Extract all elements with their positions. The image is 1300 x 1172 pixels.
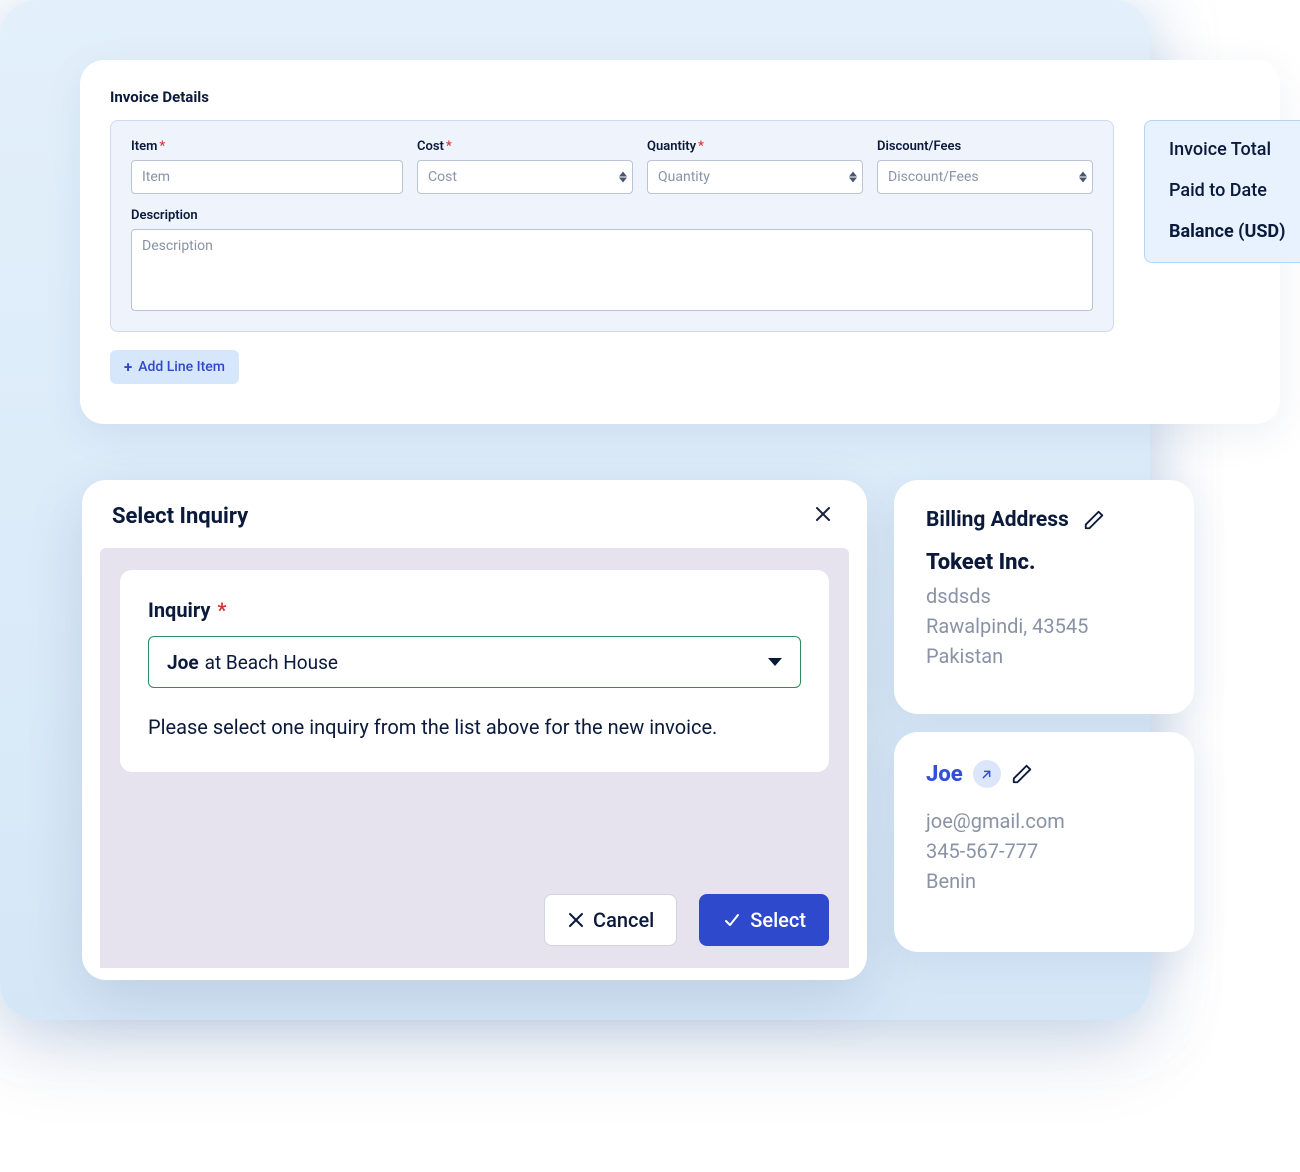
chevron-down-icon bbox=[768, 658, 782, 666]
pencil-icon bbox=[1011, 763, 1033, 785]
billing-company: Tokeet Inc. bbox=[926, 550, 1162, 575]
item-input[interactable] bbox=[131, 160, 403, 194]
check-icon bbox=[722, 910, 742, 930]
inquiry-selected-name: Joe bbox=[167, 651, 199, 674]
discount-label: Discount/Fees bbox=[877, 139, 1093, 154]
description-input[interactable] bbox=[131, 229, 1093, 311]
paid-to-date-label: Paid to Date bbox=[1169, 180, 1267, 201]
billing-line1: dsdsds bbox=[926, 581, 1162, 611]
guest-card: Joe joe@gmail.com 345-567-777 Benin bbox=[894, 732, 1194, 952]
discount-stepper[interactable] bbox=[1079, 172, 1087, 183]
description-label: Description bbox=[131, 208, 1093, 223]
cancel-label: Cancel bbox=[593, 908, 654, 932]
select-button[interactable]: Select bbox=[699, 894, 829, 946]
item-label: Item* bbox=[131, 139, 403, 154]
billing-address-heading: Billing Address bbox=[926, 508, 1069, 532]
select-inquiry-modal: Select Inquiry Inquiry * Joe at Beach Ho… bbox=[82, 480, 867, 980]
app-background: Invoice Details Item* Cost* bbox=[0, 0, 1150, 1020]
inquiry-select[interactable]: Joe at Beach House bbox=[148, 636, 801, 688]
select-label: Select bbox=[750, 908, 806, 932]
modal-help-text: Please select one inquiry from the list … bbox=[148, 712, 801, 742]
external-link-icon bbox=[979, 767, 994, 782]
invoice-details-card: Invoice Details Item* Cost* bbox=[80, 60, 1280, 424]
modal-title: Select Inquiry bbox=[112, 504, 248, 529]
invoice-totals-panel: Invoice Total $0. Paid to Date $0. Balan… bbox=[1144, 120, 1300, 263]
guest-country: Benin bbox=[926, 866, 1162, 896]
discount-input[interactable] bbox=[877, 160, 1093, 194]
cost-stepper[interactable] bbox=[619, 172, 627, 183]
add-line-item-label: Add Line Item bbox=[138, 359, 225, 375]
open-guest-button[interactable] bbox=[973, 760, 1001, 788]
inquiry-selected-rest: at Beach House bbox=[205, 651, 338, 674]
plus-icon: + bbox=[124, 358, 132, 376]
modal-body: Inquiry * Joe at Beach House Please sele… bbox=[120, 570, 829, 772]
billing-address-card: Billing Address Tokeet Inc. dsdsds Rawal… bbox=[894, 480, 1194, 714]
line-item-form: Item* Cost* Quantity* bbox=[110, 120, 1114, 332]
guest-phone: 345-567-777 bbox=[926, 836, 1162, 866]
balance-label: Balance (USD) bbox=[1169, 221, 1285, 244]
pencil-icon bbox=[1083, 509, 1105, 531]
edit-billing-button[interactable] bbox=[1083, 509, 1105, 531]
invoice-total-label: Invoice Total bbox=[1169, 139, 1271, 160]
cost-label: Cost* bbox=[417, 139, 633, 154]
close-icon bbox=[567, 911, 585, 929]
guest-name-link[interactable]: Joe bbox=[926, 762, 963, 787]
inquiry-label: Inquiry * bbox=[148, 598, 801, 622]
billing-city-zip: Rawalpindi, 43545 bbox=[926, 611, 1162, 641]
cost-input[interactable] bbox=[417, 160, 633, 194]
close-button[interactable] bbox=[809, 502, 837, 530]
quantity-label: Quantity* bbox=[647, 139, 863, 154]
cancel-button[interactable]: Cancel bbox=[544, 894, 677, 946]
quantity-stepper[interactable] bbox=[849, 172, 857, 183]
guest-email: joe@gmail.com bbox=[926, 806, 1162, 836]
quantity-input[interactable] bbox=[647, 160, 863, 194]
add-line-item-button[interactable]: + Add Line Item bbox=[110, 350, 239, 384]
edit-guest-button[interactable] bbox=[1011, 763, 1033, 785]
billing-country: Pakistan bbox=[926, 641, 1162, 671]
close-icon bbox=[814, 505, 832, 527]
invoice-details-heading: Invoice Details bbox=[80, 88, 1280, 120]
